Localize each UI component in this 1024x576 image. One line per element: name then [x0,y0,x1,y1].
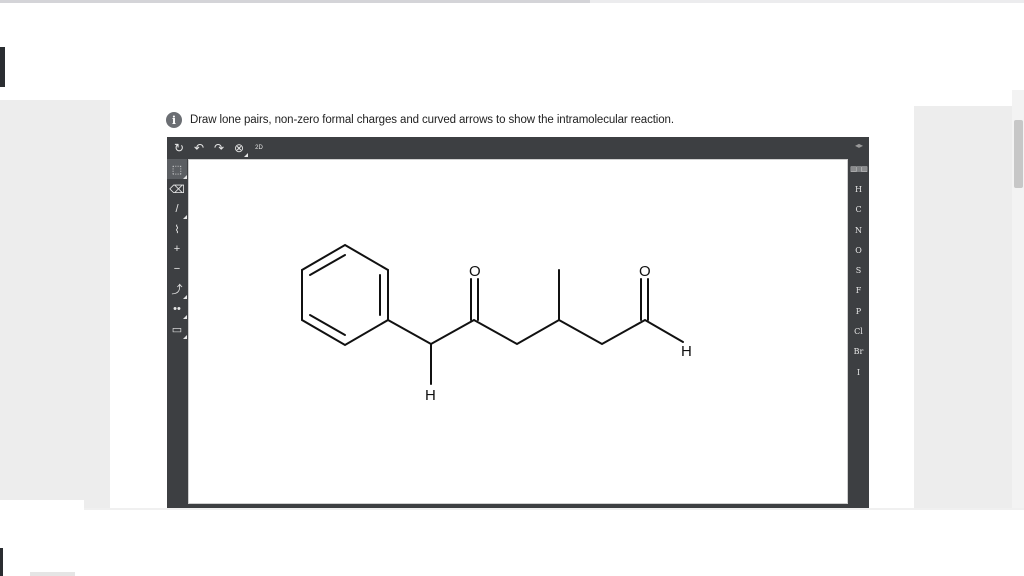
element-f[interactable]: F [848,281,869,301]
curved-arrow-icon[interactable]: ⤴ [167,279,187,299]
2d-clean-icon[interactable]: 2D [250,139,268,157]
curved-arrow-glyph: ⤴ [171,284,183,296]
element-br[interactable]: Br [848,342,869,362]
template-icon[interactable]: ▭ [167,319,187,339]
left-toolbar: ⬚ ⌫ / ⌇ + − ⤴ •• ▭ [167,159,187,339]
element-o[interactable]: O [848,240,869,260]
lone-pair-icon[interactable]: •• [167,299,187,319]
periodic-table-icon[interactable]: ▥▤▥ [848,159,869,179]
element-i[interactable]: I [848,362,869,382]
molecule-structure: O O H H [301,243,692,404]
element-s[interactable]: S [848,260,869,280]
top-border [0,0,590,3]
lone-pair-glyph: •• [173,303,181,315]
zoom-glyph: ⊗ [233,141,245,155]
undo-icon[interactable]: ↶ [190,139,208,157]
element-c[interactable]: C [848,200,869,220]
page: i Draw lone pairs, non-zero formal charg… [0,0,1024,576]
scrollbar-thumb[interactable] [1014,120,1023,188]
select-glyph: ⬚ [171,163,183,176]
side-tab [0,47,5,87]
right-gutter [914,106,1024,508]
clear-icon[interactable]: ↻ [170,139,188,157]
bonds [301,243,684,385]
element-n[interactable]: N [848,220,869,240]
element-p[interactable]: P [848,301,869,321]
top-border-light [590,0,1024,3]
question-text: Draw lone pairs, non-zero formal charges… [190,114,674,126]
atom-oxygen[interactable]: O [639,263,651,280]
carbon-chain [387,318,684,346]
bottom-gray-block [30,572,75,576]
ring-double-bond [309,254,346,276]
element-h[interactable]: H [848,179,869,199]
atom-oxygen[interactable]: O [469,263,481,280]
ring-double-bond [309,314,346,336]
drawing-canvas[interactable]: O O H H [188,159,848,504]
bond-icon[interactable]: / [167,199,187,219]
plus-charge-icon[interactable]: + [167,239,187,259]
question-prompt: i Draw lone pairs, non-zero formal charg… [166,112,674,128]
eraser-icon[interactable]: ⌫ [167,179,187,199]
side-tab-bottom [0,548,3,576]
atom-hydrogen[interactable]: H [425,387,436,404]
bottom-notch [0,500,84,570]
2d-clean-label: 2D [255,145,263,151]
info-icon: i [166,112,182,128]
bond-glyph: / [175,203,179,215]
expand-icon[interactable]: ◂▸ [855,141,863,150]
bottom-divider [0,508,1024,510]
minus-charge-icon[interactable]: − [167,259,187,279]
chain-icon[interactable]: ⌇ [167,219,187,239]
top-toolbar: ↻ ↶ ↷ ⊗ 2D ◂▸ [167,137,869,159]
element-cl[interactable]: Cl [848,321,869,341]
molecule-editor: ↻ ↶ ↷ ⊗ 2D ◂▸ ⬚ ⌫ / ⌇ + − ⤴ •• ▭ ▥▤▥ H C… [167,137,869,508]
select-icon[interactable]: ⬚ [167,159,187,179]
atom-hydrogen[interactable]: H [681,343,692,360]
left-gutter [0,100,110,508]
zoom-icon[interactable]: ⊗ [230,139,248,157]
template-glyph: ▭ [171,323,183,336]
redo-icon[interactable]: ↷ [210,139,228,157]
element-toolbar: ▥▤▥ H C N O S F P Cl Br I [848,159,869,382]
benzene-ring [301,243,389,347]
